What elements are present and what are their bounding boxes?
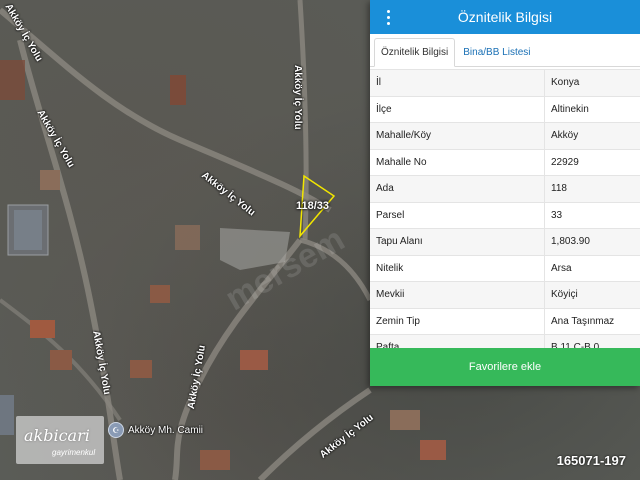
attribute-key: Mahalle No: [370, 148, 545, 176]
attribute-panel: Öznitelik Bilgisi Öznitelik Bilgisi Bina…: [370, 0, 640, 386]
attribute-key: Nitelik: [370, 254, 545, 282]
panel-title: Öznitelik Bilgisi: [457, 9, 553, 25]
attribute-key: İl: [370, 69, 545, 96]
attribute-key: Parsel: [370, 201, 545, 229]
table-row: Mahalle No 22929: [370, 148, 640, 176]
attribute-key: İlçe: [370, 95, 545, 123]
table-row: Zemin Tip Ana Taşınmaz: [370, 307, 640, 335]
attribute-value: 118: [544, 175, 640, 202]
attribute-value: 1,803.90: [544, 228, 640, 255]
panel-header: Öznitelik Bilgisi: [370, 0, 640, 34]
attribute-value: Ana Taşınmaz: [544, 307, 640, 335]
table-row: İl Konya: [370, 69, 640, 96]
attribute-key: Mevkii: [370, 281, 545, 308]
table-row: Nitelik Arsa: [370, 254, 640, 282]
table-row: Parsel 33: [370, 201, 640, 229]
tab-building-list[interactable]: Bina/BB Listesi: [457, 39, 536, 66]
table-row: Ada 118: [370, 175, 640, 202]
tab-bar: Öznitelik Bilgisi Bina/BB Listesi: [370, 34, 640, 67]
logo-title: akbicari: [24, 426, 90, 445]
attribute-value: Konya: [544, 69, 640, 96]
attribute-value: Köyiçi: [544, 281, 640, 308]
attribute-value: Altinekin: [544, 95, 640, 123]
brand-logo: akbicari gayrimenkul: [16, 416, 104, 464]
table-row: Mahalle/Köy Akköy: [370, 122, 640, 149]
listing-id: 165071-197: [556, 453, 626, 468]
poi-marker[interactable]: ☪ Akköy Mh. Camii: [108, 422, 203, 438]
attribute-value: Arsa: [544, 254, 640, 282]
attribute-key: Ada: [370, 175, 545, 202]
attribute-value: 33: [544, 201, 640, 229]
table-row: Mevkii Köyiçi: [370, 281, 640, 308]
poi-label: Akköy Mh. Camii: [128, 424, 204, 436]
attribute-key: Zemin Tip: [370, 307, 545, 335]
road-label: Akköy İç Yolu: [292, 65, 303, 130]
parcel-label[interactable]: 118/33: [296, 200, 329, 212]
attribute-value: 22929: [544, 148, 640, 176]
attribute-key: Tapu Alanı: [370, 228, 545, 255]
logo-subtitle: gayrimenkul: [52, 448, 96, 457]
attribute-table: İl Konya İlçe Altinekin Mahalle/Köy Akköy Maha…: [370, 69, 640, 361]
table-row: Tapu Alanı 1,803.90: [370, 228, 640, 255]
attribute-value: Akköy: [544, 122, 640, 149]
table-row: İlçe Altinekin: [370, 95, 640, 123]
mosque-icon: ☪: [108, 422, 124, 438]
add-to-favorites-button[interactable]: Favorilere ekle: [370, 348, 640, 386]
attribute-key: Mahalle/Köy: [370, 122, 545, 149]
tab-attributes[interactable]: Öznitelik Bilgisi: [374, 38, 456, 67]
